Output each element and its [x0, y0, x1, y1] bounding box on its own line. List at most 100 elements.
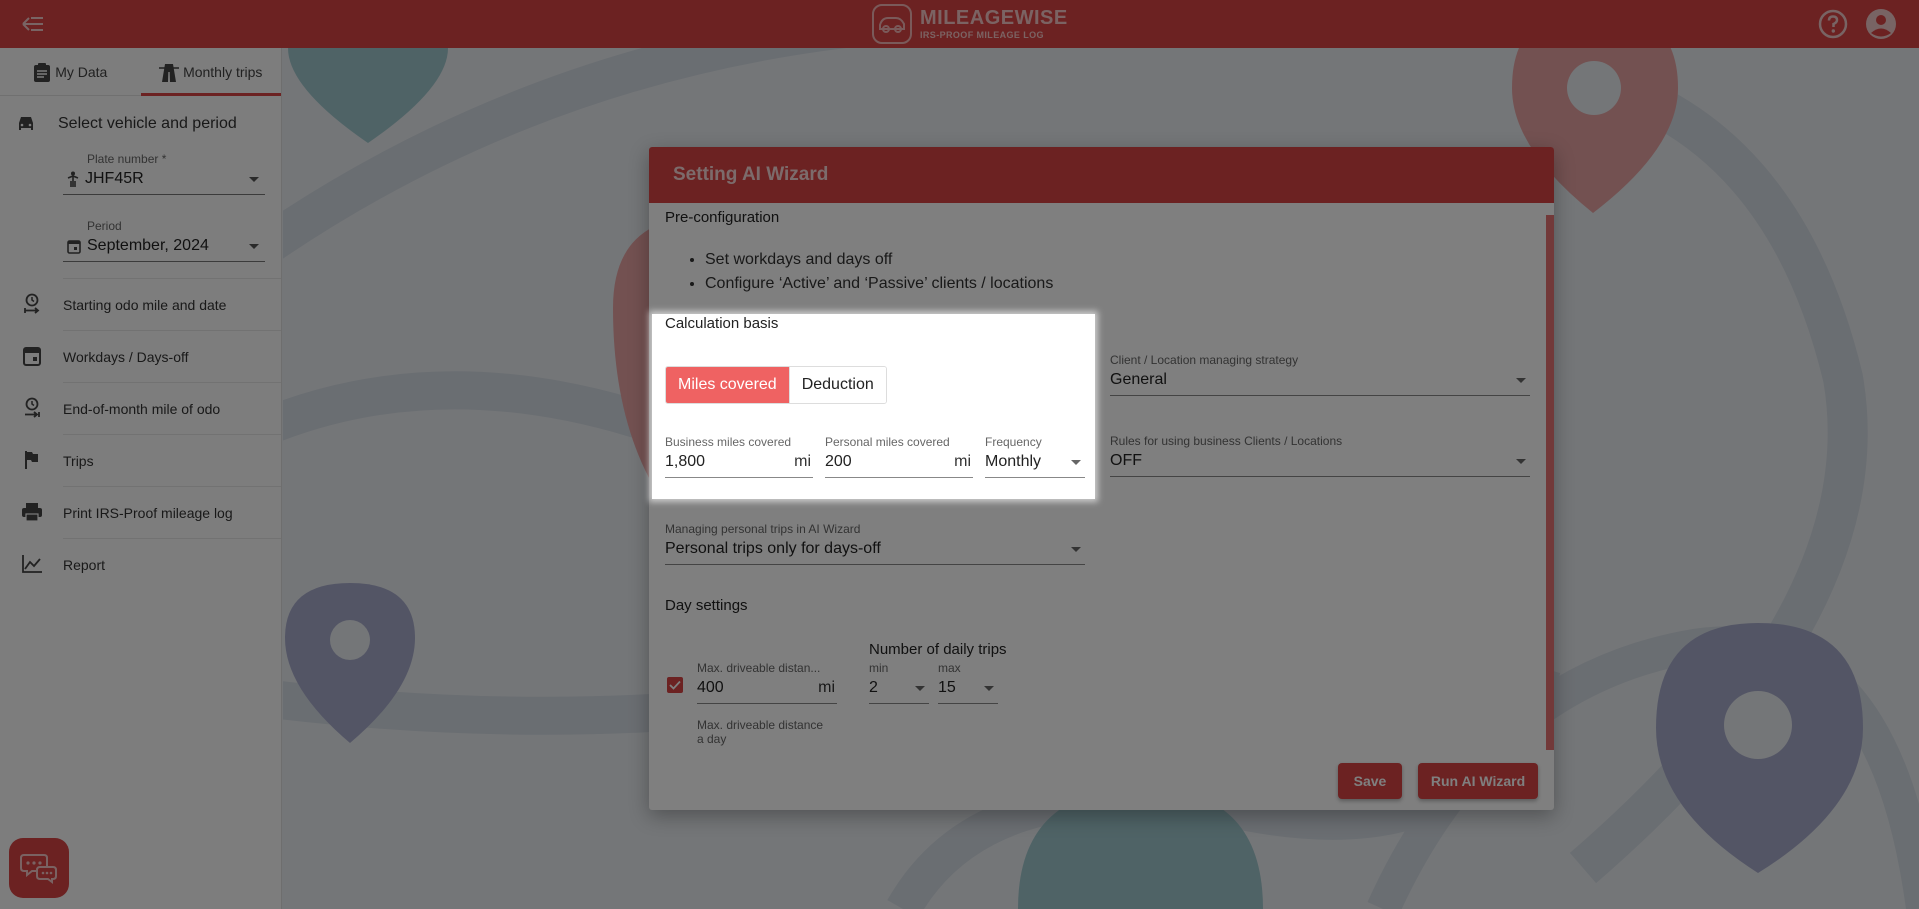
printer-icon — [21, 503, 42, 522]
frequency-value: Monthly — [985, 453, 1042, 470]
max-distance-value: 400 — [697, 679, 724, 696]
chevron-down-icon — [1516, 458, 1526, 464]
help-circle-icon[interactable] — [1817, 8, 1849, 40]
daily-trips-title: Number of daily trips — [869, 641, 1007, 658]
sidebar-item-trips[interactable]: Trips — [0, 434, 281, 486]
period-value: September, 2024 — [87, 237, 209, 254]
personal-miles-label: Personal miles covered — [825, 435, 950, 449]
tab-monthly-trips[interactable]: Monthly trips — [140, 48, 282, 96]
sidebar: My Data Monthly trips Select vehicle and… — [0, 48, 282, 909]
max-distance-input[interactable]: Max. driveable distan... 400 mi — [697, 661, 837, 704]
preconfig-title: Pre-configuration — [665, 209, 780, 226]
car-icon — [19, 117, 33, 130]
period-select[interactable]: Period September, 2024 — [63, 219, 265, 262]
chat-bubbles-icon — [20, 854, 57, 884]
plate-number-label: Plate number * — [87, 152, 167, 166]
miles-covered-option[interactable]: Miles covered — [666, 367, 789, 403]
sidebar-item-label: Trips — [63, 434, 281, 486]
max-distance-checkbox[interactable] — [667, 677, 683, 693]
max-value: 15 — [938, 679, 956, 696]
plate-number-value: JHF45R — [85, 170, 144, 187]
chevron-down-icon — [915, 685, 925, 691]
sidebar-item-label: Print IRS-Proof mileage log — [63, 486, 281, 538]
calendar-icon — [22, 347, 41, 366]
personal-trips-select[interactable]: Managing personal trips in AI Wizard Per… — [665, 522, 1085, 565]
save-button[interactable]: Save — [1338, 763, 1402, 799]
person-icon — [67, 171, 79, 187]
chevron-down-icon — [249, 177, 259, 182]
min-label: min — [869, 661, 889, 675]
logo-car-icon — [872, 4, 912, 44]
calendar-icon — [67, 239, 81, 254]
highway-icon — [159, 63, 180, 82]
max-distance-helper: Max. driveable distance a day — [697, 718, 823, 746]
business-rules-select[interactable]: Rules for using business Clients / Locat… — [1110, 434, 1530, 477]
sidebar-item-label: Starting odo mile and date — [63, 278, 281, 330]
account-circle-icon[interactable] — [1865, 8, 1897, 40]
preconfig-list: Set workdays and days off Configure ‘Act… — [705, 248, 1053, 296]
section-title: Select vehicle and period — [58, 115, 237, 132]
dialog-body: Pre-configuration Set workdays and days … — [649, 203, 1554, 810]
deduction-option[interactable]: Deduction — [788, 367, 886, 403]
chart-line-icon — [21, 555, 42, 573]
dialog-title: Setting AI Wizard — [673, 164, 829, 185]
max-label: max — [938, 661, 961, 675]
business-miles-label: Business miles covered — [665, 435, 792, 449]
business-miles-value: 1,800 — [665, 453, 706, 470]
sidebar-item-end-of-month[interactable]: End-of-month mile of odo — [0, 382, 281, 434]
run-ai-wizard-button[interactable]: Run AI Wizard — [1418, 763, 1538, 799]
checkmark-icon — [669, 680, 681, 690]
unit-label: mi — [794, 453, 811, 470]
tab-my-data-label: My Data — [55, 63, 108, 80]
unit-label: mi — [818, 679, 835, 696]
unit-label: mi — [954, 453, 971, 470]
max-distance-label: Max. driveable distan... — [697, 661, 821, 675]
sidebar-item-starting-odo[interactable]: Starting odo mile and date — [0, 278, 281, 330]
client-strategy-select[interactable]: Client / Location managing strategy Gene… — [1110, 353, 1530, 396]
personal-miles-input[interactable]: Personal miles covered 200 mi — [825, 435, 973, 478]
dialog-scrollbar[interactable] — [1546, 215, 1554, 750]
chat-support-button[interactable] — [9, 838, 69, 898]
personal-trips-label: Managing personal trips in AI Wizard — [665, 522, 861, 536]
sidebar-item-report[interactable]: Report — [0, 538, 281, 590]
vehicle-period-heading: Select vehicle and period — [0, 96, 281, 152]
menu-collapse-button[interactable] — [18, 10, 48, 38]
sidebar-item-label: End-of-month mile of odo — [63, 382, 281, 434]
app-logo[interactable]: MILEAGEWISE IRS-PROOF MILEAGE LOG — [872, 3, 1068, 45]
ai-wizard-dialog: Setting AI Wizard Pre-configuration Set … — [649, 147, 1554, 810]
plate-number-select[interactable]: Plate number * JHF45R — [63, 152, 265, 195]
chevron-down-icon — [1071, 459, 1081, 465]
day-settings-title: Day settings — [665, 597, 748, 614]
dialog-header: Setting AI Wizard — [649, 147, 1554, 203]
logo-title: MILEAGEWISE — [920, 7, 1068, 29]
max-trips-select[interactable]: max 15 — [938, 661, 998, 704]
chevron-down-icon — [1071, 546, 1081, 552]
preconfig-item: Configure ‘Active’ and ‘Passive’ clients… — [705, 272, 1053, 296]
sidebar-item-print-log[interactable]: Print IRS-Proof mileage log — [0, 486, 281, 538]
sidebar-nav: Starting odo mile and date Workdays / Da… — [0, 278, 281, 590]
clock-start-icon — [23, 293, 39, 314]
chevron-down-icon — [1516, 377, 1526, 383]
business-miles-input[interactable]: Business miles covered 1,800 mi — [665, 435, 813, 478]
clock-end-icon — [24, 397, 40, 418]
frequency-select[interactable]: Frequency Monthly — [985, 435, 1085, 478]
personal-miles-value: 200 — [825, 453, 852, 470]
top-app-bar: MILEAGEWISE IRS-PROOF MILEAGE LOG — [0, 0, 1919, 48]
map-pin-purple-right — [1656, 623, 1863, 873]
min-trips-select[interactable]: min 2 — [869, 661, 929, 704]
helper-line: Max. driveable distance — [697, 718, 824, 732]
chevron-down-icon — [249, 244, 259, 249]
flag-icon — [24, 451, 38, 469]
sidebar-item-label: Report — [63, 538, 281, 590]
period-label: Period — [87, 219, 122, 233]
business-rules-value: OFF — [1110, 452, 1142, 469]
client-strategy-label: Client / Location managing strategy — [1110, 353, 1299, 367]
sidebar-item-workdays[interactable]: Workdays / Days-off — [0, 330, 281, 382]
map-pin-teal-top — [288, 48, 448, 143]
frequency-label: Frequency — [985, 435, 1042, 449]
logo-subtitle: IRS-PROOF MILEAGE LOG — [920, 30, 1044, 40]
tab-my-data[interactable]: My Data — [0, 48, 141, 95]
helper-line: a day — [697, 732, 727, 746]
client-strategy-value: General — [1110, 371, 1167, 388]
business-rules-label: Rules for using business Clients / Locat… — [1110, 434, 1343, 448]
